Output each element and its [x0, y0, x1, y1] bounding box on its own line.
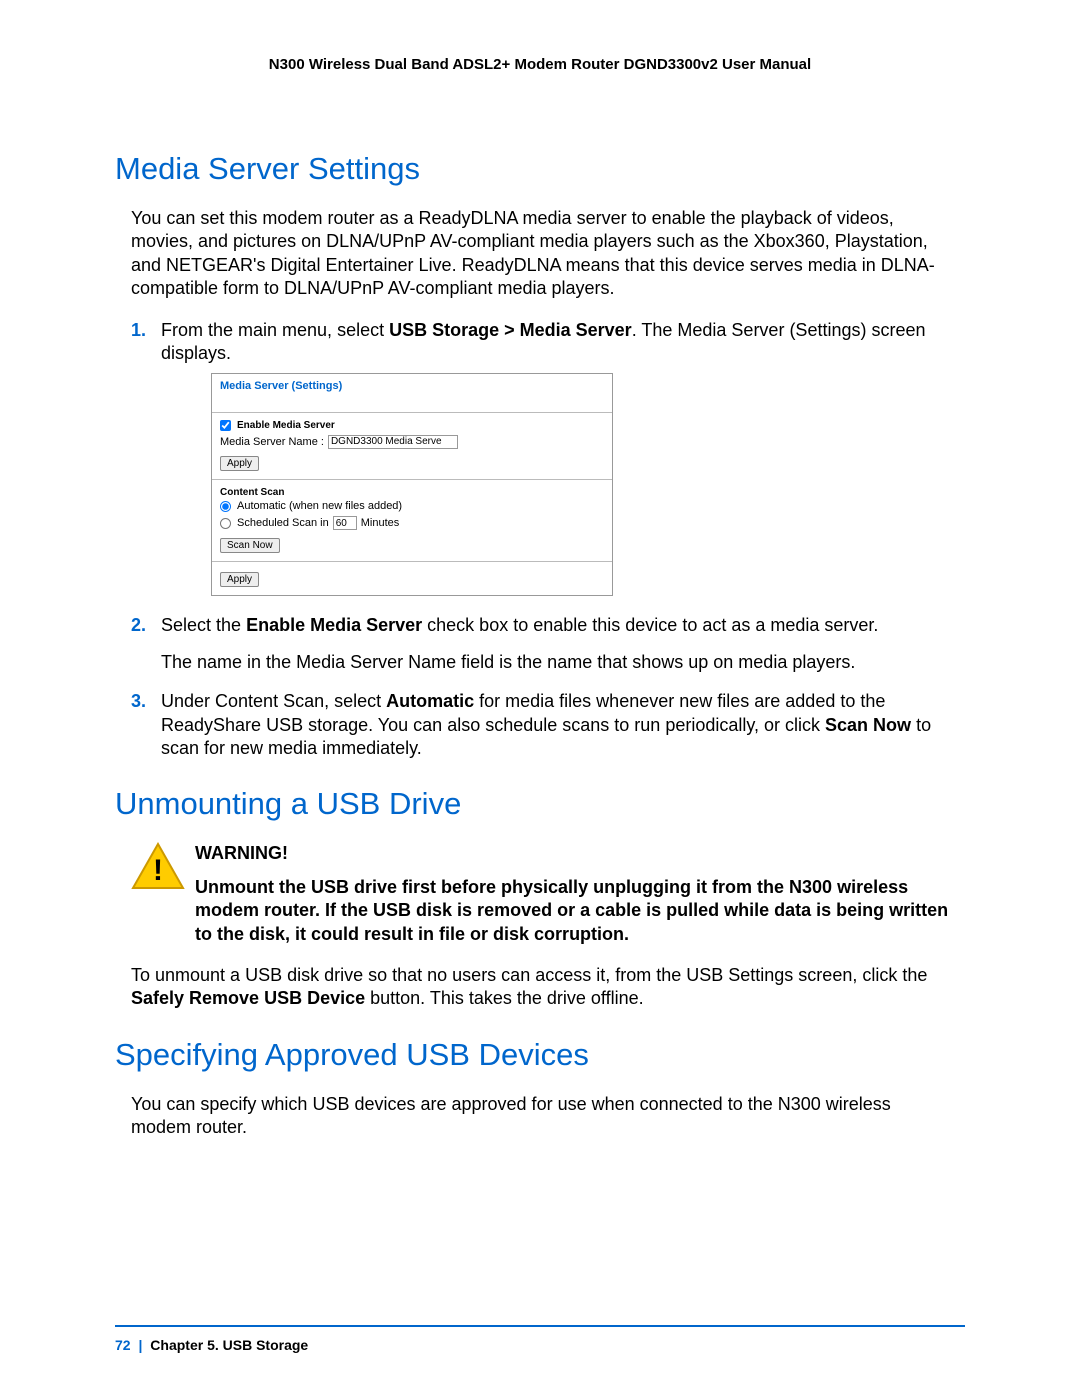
- warning-title: WARNING!: [195, 842, 949, 865]
- step2-bold: Enable Media Server: [246, 615, 422, 635]
- media-server-settings-panel: Media Server (Settings) Enable Media Ser…: [211, 373, 613, 595]
- enable-media-server-checkbox[interactable]: [220, 420, 231, 431]
- step2-sub: The name in the Media Server Name field …: [161, 651, 949, 674]
- media-intro-paragraph: You can set this modem router as a Ready…: [131, 207, 949, 301]
- panel-section-enable: Enable Media Server Media Server Name : …: [212, 413, 612, 480]
- warning-block: ! WARNING! Unmount the USB drive first b…: [131, 842, 949, 946]
- panel-section-apply2: Apply: [212, 562, 612, 595]
- chapter-label: Chapter 5. USB Storage: [150, 1337, 308, 1353]
- media-server-name-label: Media Server Name :: [220, 435, 324, 449]
- enable-media-server-label: Enable Media Server: [237, 419, 335, 432]
- warning-text: WARNING! Unmount the USB drive first bef…: [195, 842, 949, 946]
- page-number: 72: [115, 1337, 131, 1353]
- manual-page: N300 Wireless Dual Band ADSL2+ Modem Rou…: [0, 0, 1080, 1397]
- step-1: From the main menu, select USB Storage >…: [131, 319, 949, 596]
- approved-intro: You can specify which USB devices are ap…: [131, 1093, 949, 1140]
- footer-rule: [115, 1325, 965, 1327]
- apply-button[interactable]: Apply: [220, 456, 259, 471]
- step1-bold: USB Storage > Media Server: [389, 320, 632, 340]
- step1-pre: From the main menu, select: [161, 320, 389, 340]
- step-2: Select the Enable Media Server check box…: [131, 614, 949, 675]
- page-footer: 72 | Chapter 5. USB Storage: [115, 1337, 308, 1353]
- media-server-name-input[interactable]: [328, 435, 458, 449]
- step2-post: check box to enable this device to act a…: [422, 615, 878, 635]
- footer-separator: |: [134, 1337, 146, 1353]
- content-scan-heading: Content Scan: [220, 486, 604, 499]
- svg-text:!: !: [153, 854, 163, 887]
- scan-interval-input[interactable]: [333, 516, 357, 530]
- media-steps-list: From the main menu, select USB Storage >…: [131, 319, 949, 761]
- heading-media-server-settings: Media Server Settings: [115, 151, 965, 187]
- step3-bold2: Scan Now: [825, 715, 911, 735]
- heading-approved-usb-devices: Specifying Approved USB Devices: [115, 1037, 965, 1073]
- running-header: N300 Wireless Dual Band ADSL2+ Modem Rou…: [115, 56, 965, 73]
- apply-button-2[interactable]: Apply: [220, 572, 259, 587]
- warning-icon: !: [131, 842, 185, 895]
- scan-scheduled-label-pre: Scheduled Scan in: [237, 516, 329, 530]
- panel-section-content-scan: Content Scan Automatic (when new files a…: [212, 480, 612, 562]
- unmount-bold: Safely Remove USB Device: [131, 988, 365, 1008]
- unmount-pre: To unmount a USB disk drive so that no u…: [131, 965, 927, 985]
- unmount-post: button. This takes the drive offline.: [365, 988, 644, 1008]
- scan-automatic-radio[interactable]: [220, 501, 231, 512]
- step2-pre: Select the: [161, 615, 246, 635]
- scan-scheduled-radio[interactable]: [220, 518, 231, 529]
- scan-now-button[interactable]: Scan Now: [220, 538, 280, 553]
- warning-body: Unmount the USB drive first before physi…: [195, 876, 949, 946]
- step3-bold1: Automatic: [386, 691, 474, 711]
- heading-unmounting-usb-drive: Unmounting a USB Drive: [115, 786, 965, 822]
- unmount-instruction: To unmount a USB disk drive so that no u…: [131, 964, 949, 1011]
- step-3: Under Content Scan, select Automatic for…: [131, 690, 949, 760]
- scan-scheduled-label-post: Minutes: [361, 516, 400, 530]
- step3-pre: Under Content Scan, select: [161, 691, 386, 711]
- panel-title: Media Server (Settings): [212, 374, 612, 412]
- scan-automatic-label: Automatic (when new files added): [237, 499, 402, 513]
